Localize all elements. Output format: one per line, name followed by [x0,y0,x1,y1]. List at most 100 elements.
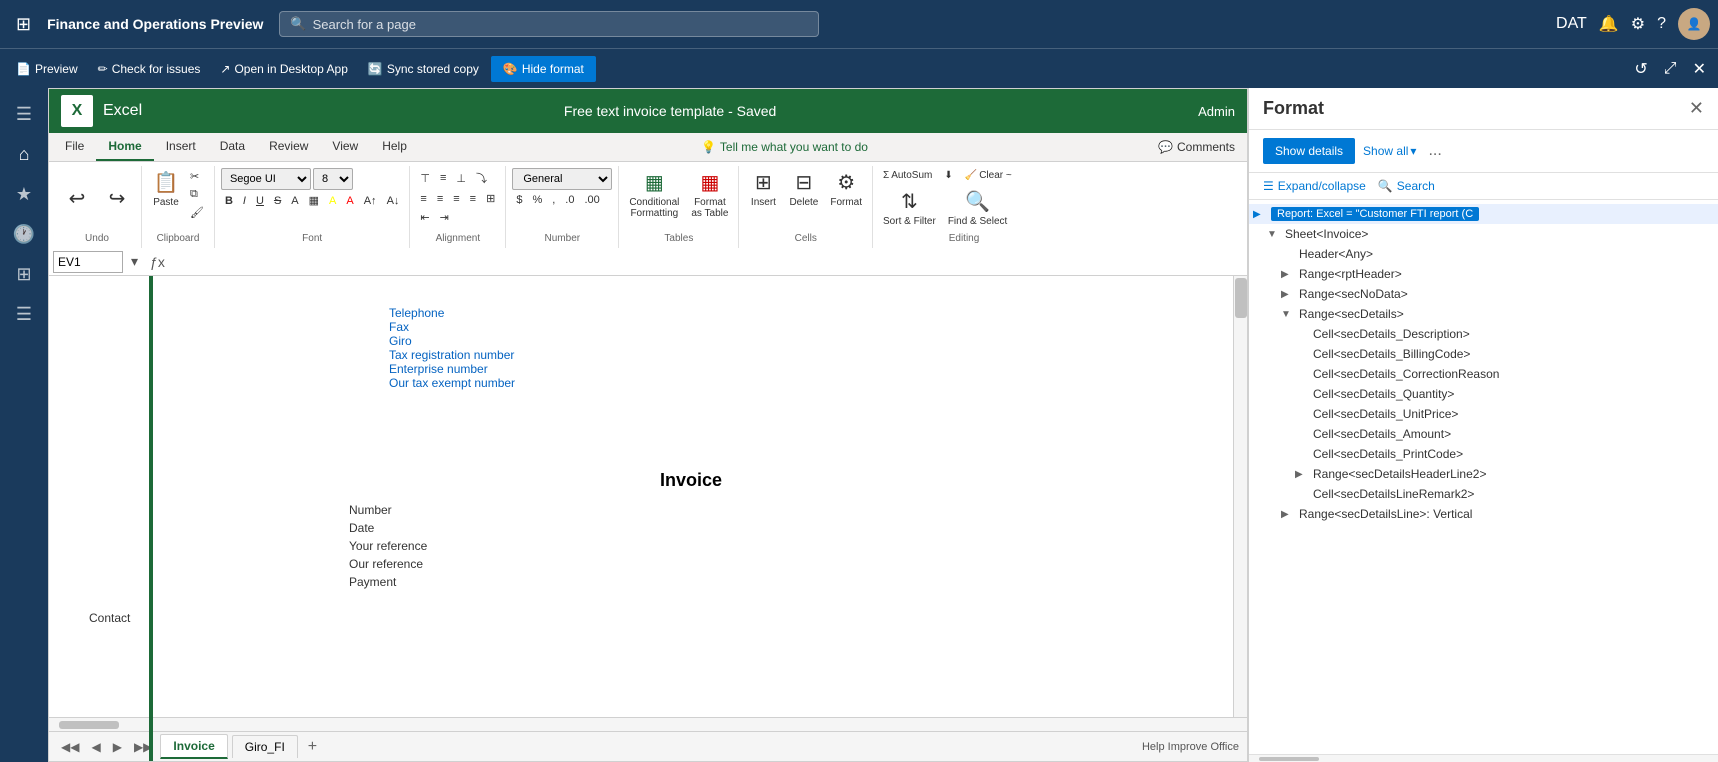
tree-item-cell-secamt[interactable]: Cell<secDetails_Amount> [1249,424,1718,444]
preview-button[interactable]: 📄 Preview [8,58,86,80]
tab-insert[interactable]: Insert [154,133,208,161]
sync-button[interactable]: 🔄 Sync stored copy [360,58,487,80]
sort-filter-button[interactable]: ⇅ Sort & Filter [879,187,940,229]
tree-item-range-secnodata[interactable]: ▶ Range<secNoData> [1249,284,1718,304]
tree-item-cell-secbilling[interactable]: Cell<secDetails_BillingCode> [1249,344,1718,364]
sidebar-dashboard-icon[interactable]: ⌂ [6,136,42,172]
app-grid-icon[interactable]: ⊞ [8,6,39,43]
panel-scrollbar[interactable] [1249,754,1718,762]
tab-file[interactable]: File [53,133,96,161]
redo-button[interactable]: ↪ [99,184,135,213]
font-color-button[interactable]: A [342,193,357,209]
sidebar-list-icon[interactable]: ☰ [6,296,42,332]
justify-button[interactable]: ≡ [466,190,480,207]
clear-button[interactable]: 🧹 Clear ~ [961,168,1016,183]
fill-button[interactable]: ⬇ [940,168,956,183]
tree-item-range-secdetails[interactable]: ▼ Range<secDetails> [1249,304,1718,324]
percent-button[interactable]: % [528,192,546,208]
horizontal-scrollbar[interactable] [49,717,1247,731]
search-bar[interactable]: 🔍 Search for a page [279,11,819,37]
sheet-nav-prev[interactable]: ◀ [87,738,104,756]
format-painter-button[interactable]: 🖌 [186,204,208,221]
undo-button[interactable]: ↩ [59,184,95,213]
tab-home[interactable]: Home [96,133,153,161]
more-options-button[interactable]: ... [1428,142,1441,160]
align-top-button[interactable]: ⊤ [416,168,434,188]
scroll-thumb[interactable] [1235,278,1247,318]
increase-decimal-button[interactable]: .0 [561,192,578,208]
sidebar-clock-icon[interactable]: 🕐 [6,216,42,252]
wrap-text-button[interactable]: ⤵ [472,168,491,188]
tree-item-report[interactable]: ▶ Report: Excel = "Customer FTI report (… [1249,204,1718,224]
sheet-tab-giro[interactable]: Giro_FI [232,735,298,758]
increase-indent-button[interactable]: ⇥ [436,209,453,226]
open-desktop-button[interactable]: ↗ Open in Desktop App [212,58,355,80]
decrease-indent-button[interactable]: ⇤ [416,209,433,226]
strikethrough-button[interactable]: S [270,193,285,209]
tree-item-cell-seccorrection[interactable]: Cell<secDetails_CorrectionReason [1249,364,1718,384]
align-center-button[interactable]: ≡ [433,190,447,207]
comments-button[interactable]: 💬 Comments [1150,136,1243,158]
panel-scroll-thumb[interactable] [1259,757,1319,761]
borders-button[interactable]: ▦ [305,192,323,209]
font-name-select[interactable]: Segoe UI [221,168,311,190]
align-middle-button[interactable]: ≡ [436,168,450,188]
vertical-scrollbar[interactable] [1233,276,1247,717]
sheet-nav-first[interactable]: ◀◀ [57,738,83,756]
tree-item-range-rptheader[interactable]: ▶ Range<rptHeader> [1249,264,1718,284]
align-bottom-button[interactable]: ⊥ [452,168,470,188]
decrease-decimal-button[interactable]: .00 [580,192,603,208]
subscript-button[interactable]: A [287,193,302,209]
tree-item-cell-secdetailsremark[interactable]: Cell<secDetailsLineRemark2> [1249,484,1718,504]
link-giro[interactable]: Giro [389,334,412,348]
link-tax[interactable]: Tax registration number [389,348,514,362]
find-select-button[interactable]: 🔍 Find & Select [944,187,1011,229]
bold-button[interactable]: B [221,193,237,209]
tab-review[interactable]: Review [257,133,320,161]
tell-me-input[interactable]: 💡 Tell me what you want to do [693,136,876,158]
sidebar-home-icon[interactable]: ☰ [6,96,42,132]
delete-button[interactable]: ⊟ Delete [785,168,822,210]
settings-icon[interactable]: ⚙ [1631,14,1645,34]
tree-item-cell-secprint[interactable]: Cell<secDetails_PrintCode> [1249,444,1718,464]
italic-button[interactable]: I [239,193,250,209]
align-left-button[interactable]: ≡ [416,190,430,207]
h-scroll-thumb[interactable] [59,721,119,729]
show-all-button[interactable]: Show all ▾ [1363,144,1416,158]
help-icon[interactable]: ? [1657,15,1666,33]
cell-reference-input[interactable] [53,251,123,273]
right-panel-close-button[interactable]: ✕ [1689,98,1704,119]
show-details-button[interactable]: Show details [1263,138,1355,164]
decrease-font-button[interactable]: A↓ [383,193,404,209]
tree-item-sheet-invoice[interactable]: ▼ Sheet<Invoice> [1249,224,1718,244]
sheet-tab-invoice[interactable]: Invoice [160,734,227,759]
tab-view[interactable]: View [320,133,370,161]
formula-input[interactable] [173,255,1243,269]
link-enterprise[interactable]: Enterprise number [389,362,488,376]
tree-item-range-secdetailsline[interactable]: ▶ Range<secDetailsLine>: Vertical [1249,504,1718,524]
align-right-button[interactable]: ≡ [449,190,463,207]
insert-button[interactable]: ⊞ Insert [745,168,781,210]
tree-item-range-secdetailsheader[interactable]: ▶ Range<secDetailsHeaderLine2> [1249,464,1718,484]
expand-collapse-button[interactable]: ☰ Expand/collapse [1263,179,1366,193]
copy-button[interactable]: ⧉ [186,186,208,203]
cut-button[interactable]: ✂ [186,168,208,185]
tree-item-cell-secunit[interactable]: Cell<secDetails_UnitPrice> [1249,404,1718,424]
tree-item-header-any[interactable]: Header<Any> [1249,244,1718,264]
user-avatar[interactable]: 👤 [1678,8,1710,40]
comma-button[interactable]: , [548,192,559,208]
sidebar-grid-icon[interactable]: ⊞ [6,256,42,292]
paste-button[interactable]: 📋 Paste [148,168,184,210]
currency-button[interactable]: $ [512,192,526,208]
merge-button[interactable]: ⊞ [482,190,499,207]
spreadsheet-content[interactable]: Telephone Fax Giro Tax registration numb… [49,276,1233,717]
sheet-nav-next[interactable]: ▶ [109,738,126,756]
popout-icon[interactable]: ⤢ [1660,56,1681,82]
format-as-table-button[interactable]: ▦ Formatas Table [687,168,732,221]
notification-icon[interactable]: 🔔 [1599,14,1619,34]
autosum-button[interactable]: Σ AutoSum [879,168,936,183]
font-size-select[interactable]: 8 [313,168,353,190]
check-issues-button[interactable]: ✏ Check for issues [90,58,209,80]
link-telephone[interactable]: Telephone [389,306,444,320]
number-format-select[interactable]: General [512,168,612,190]
